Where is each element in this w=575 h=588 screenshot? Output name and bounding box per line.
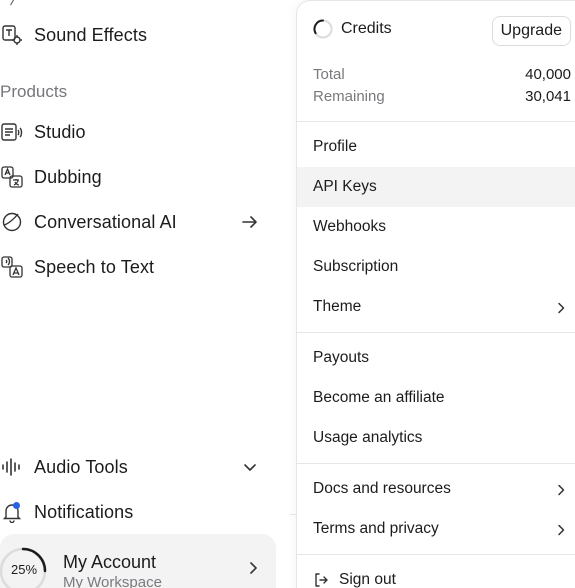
menu-item-label: Become an affiliate [313, 389, 445, 406]
menu-item-label: Sign out [339, 571, 396, 588]
chevron-right-icon [555, 523, 567, 536]
upgrade-button[interactable]: Upgrade [491, 16, 571, 46]
total-value: 40,000 [525, 66, 571, 83]
menu-divider [297, 332, 575, 333]
audio-tools-icon [0, 455, 24, 479]
menu-item-sign-out[interactable]: Sign out [297, 560, 575, 588]
sidebar: Sound Effects Products Studio Dubbing Co… [0, 0, 290, 588]
total-label: Total [313, 66, 345, 83]
menu-item-label: Docs and resources [313, 480, 451, 497]
sidebar-item-label: Audio Tools [34, 456, 128, 477]
chevron-right-icon [555, 483, 567, 496]
conversational-ai-icon [0, 210, 24, 234]
dubbing-icon [0, 165, 24, 189]
menu-item-label: Subscription [313, 258, 399, 275]
sidebar-item-speech-to-text[interactable]: Speech to Text [0, 249, 276, 285]
sidebar-item-audio-tools[interactable]: Audio Tools [0, 449, 276, 485]
workspace-name: My Workspace [63, 574, 162, 588]
speech-to-text-icon [0, 255, 24, 279]
menu-item-theme[interactable]: Theme [297, 287, 575, 327]
menu-divider [297, 121, 575, 122]
notification-badge [13, 502, 20, 509]
menu-item-label: Theme [313, 298, 362, 315]
section-label-products: Products [0, 82, 68, 101]
sidebar-item-label: Conversational AI [34, 211, 177, 232]
sidebar-item-conversational-ai[interactable]: Conversational AI [0, 204, 276, 240]
sign-out-icon [315, 573, 328, 587]
menu-item-docs-resources[interactable]: Docs and resources [297, 469, 575, 509]
sidebar-item-studio[interactable]: Studio [0, 114, 276, 150]
menu-item-terms-privacy[interactable]: Terms and privacy [297, 509, 575, 549]
remaining-value: 30,041 [525, 88, 571, 105]
scroll-cutoff-icon [4, 0, 16, 6]
credits-title: Credits [341, 20, 392, 37]
bell-icon [0, 500, 24, 524]
arrow-right-icon [240, 212, 260, 232]
sidebar-item-label: Sound Effects [34, 24, 148, 45]
sidebar-item-label: Notifications [34, 501, 134, 522]
usage-percent: 25% [10, 562, 38, 577]
sidebar-item-label: Dubbing [34, 166, 102, 187]
sidebar-item-notifications[interactable]: Notifications [0, 494, 276, 530]
menu-item-label: Profile [313, 138, 357, 155]
menu-item-label: Terms and privacy [313, 520, 439, 537]
account-name: My Account [63, 552, 157, 572]
remaining-label: Remaining [313, 88, 385, 105]
credits-total-row: Total 40,000 [313, 66, 571, 83]
menu-item-label: Webhooks [313, 218, 386, 235]
menu-item-profile[interactable]: Profile [297, 127, 575, 167]
credits-remaining-row: Remaining 30,041 [313, 88, 571, 105]
sound-effects-icon [0, 23, 24, 47]
menu-item-usage-analytics[interactable]: Usage analytics [297, 418, 575, 458]
sidebar-item-label: Studio [34, 121, 86, 142]
menu-item-become-affiliate[interactable]: Become an affiliate [297, 378, 575, 418]
menu-item-subscription[interactable]: Subscription [297, 247, 575, 287]
studio-icon [0, 120, 24, 144]
menu-divider [297, 463, 575, 464]
menu-item-api-keys[interactable]: API Keys [297, 167, 575, 207]
menu-item-webhooks[interactable]: Webhooks [297, 207, 575, 247]
chevron-right-icon [246, 561, 260, 575]
menu-item-label: Payouts [313, 349, 370, 366]
menu-divider [297, 554, 575, 555]
account-button[interactable]: 25% My Account My Workspace [0, 534, 276, 588]
chevron-right-icon [555, 301, 567, 314]
menu-item-label: API Keys [313, 178, 377, 195]
sidebar-item-dubbing[interactable]: Dubbing [0, 159, 276, 195]
menu-item-payouts[interactable]: Payouts [297, 338, 575, 378]
credits-progress-icon [313, 19, 333, 39]
sidebar-item-sound-effects[interactable]: Sound Effects [0, 17, 276, 53]
chevron-down-icon [240, 457, 260, 477]
credits-header: Credits [313, 19, 392, 39]
sidebar-item-label: Speech to Text [34, 256, 155, 277]
menu-item-label: Usage analytics [313, 429, 423, 446]
account-menu-popover: Credits Upgrade Total 40,000 Remaining 3… [296, 0, 575, 588]
